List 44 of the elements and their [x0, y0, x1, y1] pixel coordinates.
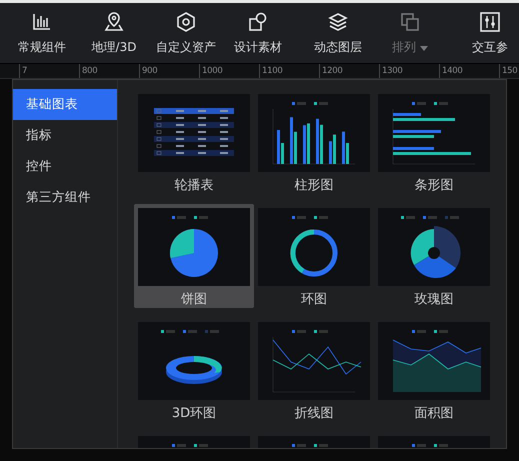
toolbar-button[interactable]: 交互参 [454, 3, 519, 63]
sidebar-item[interactable]: 第三方组件 [13, 182, 117, 213]
ruler-label: 1200 [322, 66, 342, 76]
ruler-label: 900 [142, 66, 158, 76]
stacked-squares-icon [399, 10, 421, 32]
caret-icon [420, 46, 428, 50]
ruler-label: 1000 [202, 66, 222, 76]
shapes-icon [247, 10, 269, 32]
ruler-label: 1100 [262, 66, 282, 76]
sidebar-item[interactable]: 指标 [13, 120, 117, 151]
layers-icon [327, 10, 349, 32]
card-label: 面积图 [414, 405, 454, 422]
chart-card[interactable]: 面积图 [374, 318, 494, 422]
ruler-label: 1300 [382, 66, 402, 76]
chart-card[interactable]: 折线图 [254, 318, 374, 422]
chart-card[interactable]: 3D环图 [134, 318, 254, 422]
sidebar-item[interactable]: 基础图表 [13, 89, 117, 120]
card-label: 折线图 [294, 405, 334, 422]
card-label: 玫瑰图 [414, 291, 454, 308]
toolbar-button[interactable]: 常规组件 [6, 3, 78, 63]
chart-card[interactable]: 环图 [254, 204, 374, 308]
card-label: 饼图 [181, 291, 207, 308]
card-label: 条形图 [414, 177, 454, 194]
ruler-label: 1400 [442, 66, 462, 76]
chart-card[interactable]: 饼图 [134, 204, 254, 308]
card-label: 环图 [301, 291, 327, 308]
chart-card[interactable]: 条形图 [374, 90, 494, 194]
card-label: 轮播表 [174, 177, 214, 194]
map-pin-icon [103, 10, 125, 32]
ruler-label: 7 [22, 66, 28, 76]
toolbar-button[interactable]: 设计素材 [222, 3, 294, 63]
sliders-icon [479, 10, 501, 32]
chart-card[interactable]: 轮播表 [134, 90, 254, 194]
card-label: 3D环图 [172, 405, 216, 422]
ruler-label: 150 [502, 66, 518, 76]
chart-card[interactable]: 玫瑰图 [374, 204, 494, 308]
toolbar-button[interactable]: 动态图层 [302, 3, 374, 63]
chart-card[interactable]: 柱形图 [254, 90, 374, 194]
hexagon-icon [175, 10, 197, 32]
toolbar-button[interactable]: 自定义资产 [150, 3, 222, 63]
sidebar-item[interactable]: 控件 [13, 151, 117, 182]
toolbar-button[interactable]: 地理/3D [78, 3, 150, 63]
card-label: 柱形图 [294, 177, 334, 194]
ruler-label: 800 [82, 66, 98, 76]
